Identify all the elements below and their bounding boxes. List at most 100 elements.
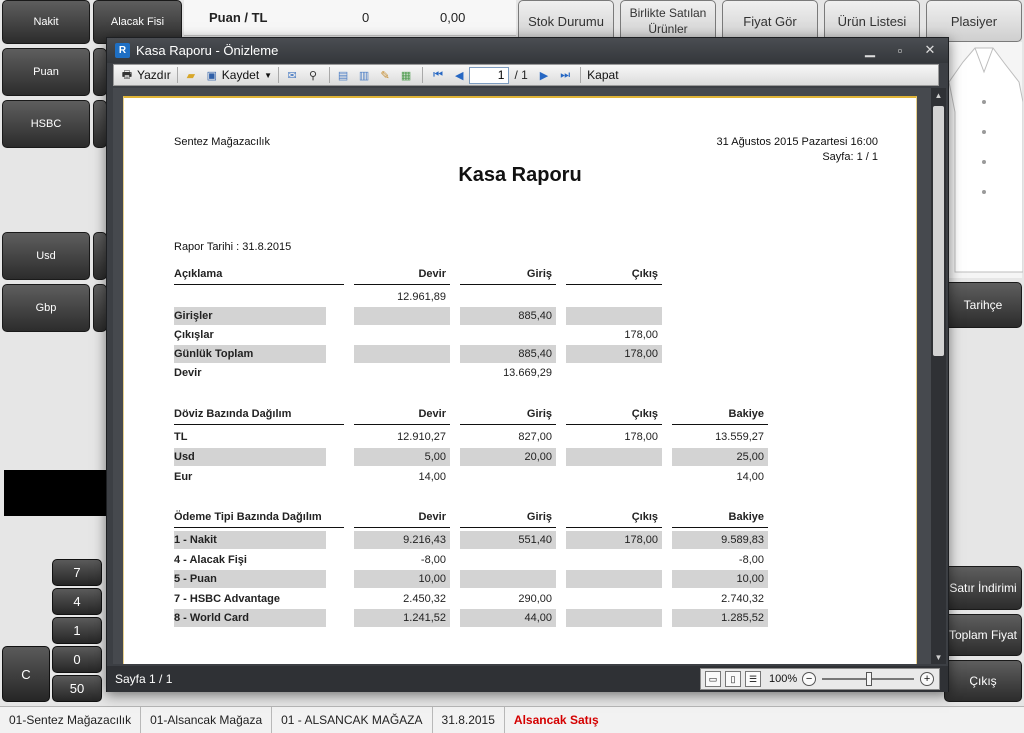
page-setup-button[interactable]: ▥ (355, 66, 376, 84)
report-page-number: Sayfa: 1 / 1 (822, 151, 878, 163)
preview-toolbar: 🖶 Yazdır ▰ ▣ Kaydet ▼ ✉ ⚲ ▤ ▥ ✎ ▦ ⏮ ◀ / 1 ▶… (113, 64, 939, 86)
status-store-name: 01 - ALSANCAK MAĞAZA (272, 707, 433, 733)
key-7[interactable]: 7 (52, 559, 102, 586)
prev-page-icon[interactable]: ◀ (453, 66, 465, 84)
scroll-down-icon[interactable]: ▼ (931, 650, 946, 664)
row-label: 4 - Alacak Fişi (174, 553, 247, 566)
pos-button-hidden-3[interactable] (93, 232, 107, 280)
row-label: 8 - World Card (174, 609, 326, 627)
scroll-up-icon[interactable]: ▲ (931, 88, 946, 102)
pos-button-hidden-2[interactable] (93, 100, 107, 148)
row-bakiye: 2.740,32 (721, 592, 764, 605)
minimize-icon[interactable]: ▁ (859, 41, 881, 59)
pos-button-hidden-4[interactable] (93, 284, 107, 332)
single-page-icon[interactable]: ▭ (705, 671, 721, 687)
row-giris (460, 468, 556, 486)
key-50[interactable]: 50 (52, 675, 102, 702)
row-cikis (566, 570, 662, 588)
save-button[interactable]: ▣ Kaydet ▼ (203, 66, 274, 84)
open-button[interactable]: ▰ (182, 66, 203, 84)
vertical-scrollbar[interactable]: ▲ ▼ (931, 88, 946, 664)
summary-header-cikis: Çıkış (631, 268, 658, 280)
row-giris: 885,40 (460, 345, 556, 363)
toolbar-separator (278, 67, 280, 83)
find-button[interactable]: ⚲ (304, 66, 325, 84)
gbp-button[interactable]: Gbp (2, 284, 90, 332)
header-rule (460, 424, 556, 425)
outline-button[interactable]: ▤ (334, 66, 355, 84)
row-label: Çıkışlar (174, 329, 214, 341)
toolbar-separator (329, 67, 331, 83)
zoom-slider-knob[interactable] (866, 672, 873, 686)
header-rule (354, 424, 450, 425)
floppy-icon: ▣ (206, 69, 217, 82)
key-1[interactable]: 1 (52, 617, 102, 644)
header-rule (460, 284, 556, 285)
last-page-icon[interactable]: ⏭ (558, 66, 572, 84)
key-4[interactable]: 4 (52, 588, 102, 615)
cikis-button[interactable]: Çıkış (944, 660, 1022, 702)
status-company: 01-Sentez Mağazacılık (0, 707, 142, 733)
watermark-button[interactable]: ▦ (397, 66, 418, 84)
satir-indirimi-button[interactable]: Satır İndirimi (944, 566, 1022, 610)
key-50-label: 50 (69, 681, 85, 696)
row-giris: 885,40 (460, 307, 556, 325)
row-devir (354, 326, 450, 344)
toolbar-separator (422, 67, 424, 83)
close-preview-button[interactable]: Kapat (585, 66, 620, 84)
row-giris: 44,00 (460, 609, 556, 627)
page-total: / 1 (514, 68, 528, 82)
save-label: Kaydet (221, 68, 260, 82)
row-bakiye: 13.559,27 (715, 431, 764, 443)
company-name: Sentez Mağazacılık (174, 136, 270, 148)
payment-header-cikis: Çıkış (631, 511, 658, 523)
satir-indirimi-label: Satır İndirimi (949, 581, 1017, 595)
close-icon[interactable]: ✕ (919, 41, 941, 59)
total-info-bar: Puan / TL 0 0,00 (184, 0, 516, 36)
report-viewport[interactable]: Sentez Mağazacılık 31 Ağustos 2015 Pazar… (113, 88, 931, 664)
puan-button[interactable]: Puan (2, 48, 90, 96)
email-button[interactable]: ✉ (283, 66, 304, 84)
key-0[interactable]: 0 (52, 646, 102, 673)
total-qty: 0 (362, 10, 370, 25)
maximize-icon[interactable]: ▫ (889, 41, 911, 59)
customer-display (4, 470, 108, 516)
birlikte-satilan-button[interactable]: Birlikte Satılan Ürünler (620, 0, 716, 42)
next-page-icon[interactable]: ▶ (538, 66, 550, 84)
fiyat-gor-button[interactable]: Fiyat Gör (722, 0, 818, 42)
row-bakiye: 10,00 (672, 570, 768, 588)
tarihce-button[interactable]: Tarihçe (944, 282, 1022, 328)
key-1-label: 1 (73, 623, 81, 638)
page-number-input[interactable] (469, 66, 510, 84)
two-page-icon[interactable]: ▯ (725, 671, 741, 687)
hsbc-button[interactable]: HSBC (2, 100, 90, 148)
toplam-fiyat-label: Toplam Fiyat (948, 628, 1018, 642)
key-clear[interactable]: C (2, 646, 50, 702)
window-titlebar[interactable]: R Kasa Raporu - Önizleme ▁ ▫ ✕ (107, 38, 948, 63)
zoom-out-icon[interactable]: − (802, 672, 817, 686)
key-7-label: 7 (73, 565, 81, 580)
first-page-icon[interactable]: ⏮ (431, 66, 445, 84)
row-label: 5 - Puan (174, 570, 326, 588)
row-bakiye: 25,00 (672, 448, 768, 466)
zoom-control: ▭ ▯ ☰ 100% − + (700, 668, 940, 690)
zoom-slider[interactable] (822, 672, 915, 686)
print-button[interactable]: 🖶 Yazdır (118, 66, 173, 84)
plasiyer-button[interactable]: Plasiyer (926, 0, 1022, 42)
nakit-button[interactable]: Nakit (2, 0, 90, 44)
multi-page-icon[interactable]: ☰ (745, 671, 761, 687)
outline-icon: ▤ (337, 69, 349, 82)
scrollbar-thumb[interactable] (933, 106, 944, 356)
usd-button[interactable]: Usd (2, 232, 90, 280)
summary-header-devir: Devir (418, 268, 446, 280)
row-label: Eur (174, 471, 193, 483)
puan-button-label: Puan (33, 66, 59, 78)
urun-listesi-button[interactable]: Ürün Listesi (824, 0, 920, 42)
edit-button[interactable]: ✎ (376, 66, 397, 84)
dropdown-arrow-icon[interactable]: ▼ (264, 71, 272, 80)
pos-button-hidden-1[interactable] (93, 48, 107, 96)
zoom-in-icon[interactable]: + (920, 672, 935, 686)
header-rule (672, 424, 768, 425)
stok-durumu-button[interactable]: Stok Durumu (518, 0, 614, 42)
toplam-fiyat-button[interactable]: Toplam Fiyat (944, 614, 1022, 656)
